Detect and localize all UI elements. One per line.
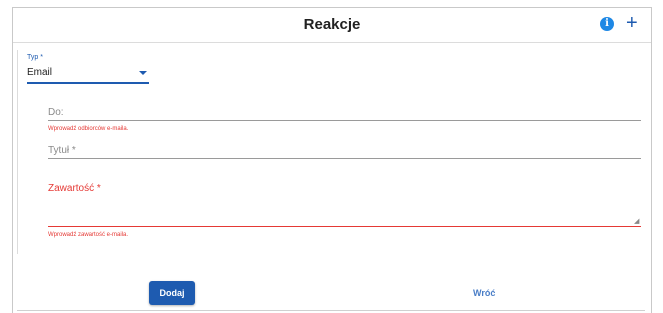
recipients-field-underline xyxy=(48,120,641,121)
content-field[interactable]: Zawartość * xyxy=(48,183,101,194)
type-select-underline xyxy=(27,82,149,84)
recipients-field[interactable]: Do: xyxy=(48,107,64,118)
footer-divider xyxy=(17,310,645,311)
add-button[interactable]: Dodaj xyxy=(149,281,195,305)
subject-field[interactable]: Tytuł * xyxy=(48,145,76,156)
page-title: Reakcje xyxy=(303,16,361,33)
subject-field-underline xyxy=(48,158,641,159)
recipients-error: Wprowadź odbiorców e-maila. xyxy=(48,126,129,132)
content-error: Wprowadź zawartość e-maila. xyxy=(48,232,129,238)
content-field-underline xyxy=(48,226,641,227)
chevron-down-icon[interactable] xyxy=(139,71,147,75)
type-select-label: Typ * xyxy=(27,54,43,61)
reactions-panel: Reakcje i + Typ * Email Do: Wprowadź odb… xyxy=(12,7,652,313)
section-divider xyxy=(17,50,18,254)
back-button[interactable]: Wróć xyxy=(473,288,495,298)
resize-handle-icon[interactable]: ◢ xyxy=(634,217,639,225)
panel-header: Reakcje i + xyxy=(13,8,651,43)
type-select-value[interactable]: Email xyxy=(27,67,52,78)
add-icon[interactable]: + xyxy=(626,12,638,34)
info-icon[interactable]: i xyxy=(600,17,614,31)
